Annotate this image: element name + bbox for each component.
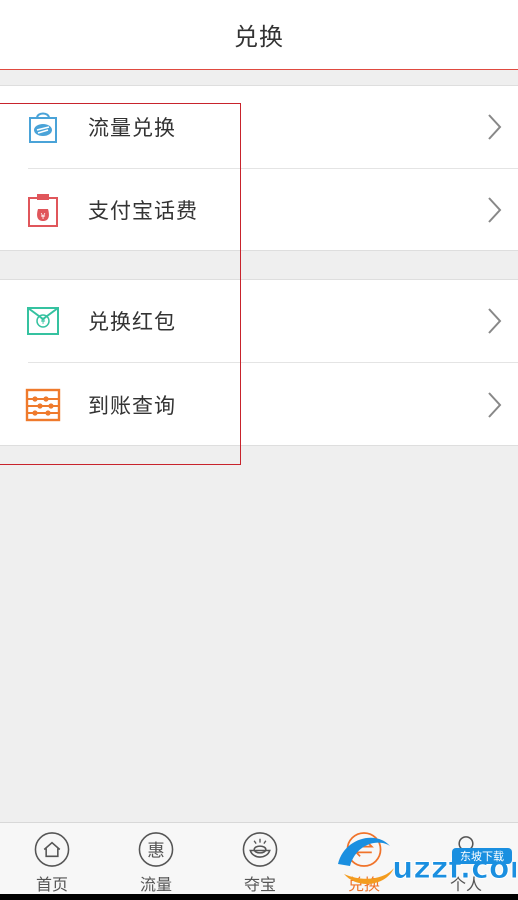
- hui-icon: 惠: [138, 832, 174, 867]
- menu-item-label: 流量兑换: [88, 116, 176, 140]
- tab-bar: 首页 惠 流量 夺宝 兑换 个人: [0, 822, 518, 894]
- red-envelope-icon: ¥: [27, 307, 59, 335]
- page-title: 兑换: [234, 23, 284, 51]
- alipay-bill-icon: ¥: [28, 194, 58, 227]
- tab-treasure[interactable]: 夺宝: [208, 823, 312, 895]
- menu-item-label: 兑换红包: [88, 310, 176, 334]
- person-icon: [452, 836, 480, 865]
- hui-icon-glyph: 惠: [147, 841, 165, 861]
- chevron-right-icon: [488, 392, 502, 418]
- menu-group-2: ¥ 兑换红包 到账查询: [0, 279, 518, 446]
- header: 兑换: [0, 0, 518, 70]
- home-icon: [34, 832, 70, 867]
- menu-item-alipay-bill[interactable]: ¥ 支付宝话费: [0, 169, 518, 251]
- menu-group-1: 流量兑换 ¥ 支付宝话费: [0, 85, 518, 251]
- divider: [28, 362, 518, 363]
- abacus-icon: [25, 388, 61, 422]
- menu-item-traffic-exchange[interactable]: 流量兑换: [0, 86, 518, 168]
- svg-text:¥: ¥: [40, 317, 45, 326]
- tab-label: 首页: [35, 875, 68, 894]
- menu-item-label: 到账查询: [88, 394, 176, 418]
- menu-item-arrival-query[interactable]: 到账查询: [0, 364, 518, 446]
- chevron-right-icon: [488, 114, 502, 140]
- tab-traffic[interactable]: 惠 流量: [104, 823, 208, 895]
- tab-label: 兑换: [347, 875, 380, 894]
- traffic-exchange-icon: [29, 112, 57, 143]
- chevron-right-icon: [488, 308, 502, 334]
- system-nav-strip: [0, 894, 518, 900]
- tab-label: 个人: [449, 875, 482, 894]
- exchange-icon: [346, 832, 382, 867]
- tab-exchange[interactable]: 兑换: [312, 823, 416, 895]
- menu-item-label: 支付宝话费: [88, 199, 198, 223]
- tab-label: 夺宝: [243, 875, 276, 894]
- treasure-icon: [242, 832, 278, 867]
- tab-personal[interactable]: 个人: [414, 823, 518, 895]
- menu-item-red-envelope[interactable]: ¥ 兑换红包: [0, 280, 518, 362]
- tab-home[interactable]: 首页: [0, 823, 104, 895]
- chevron-right-icon: [488, 197, 502, 223]
- svg-text:¥: ¥: [40, 212, 45, 221]
- tab-label: 流量: [139, 875, 172, 894]
